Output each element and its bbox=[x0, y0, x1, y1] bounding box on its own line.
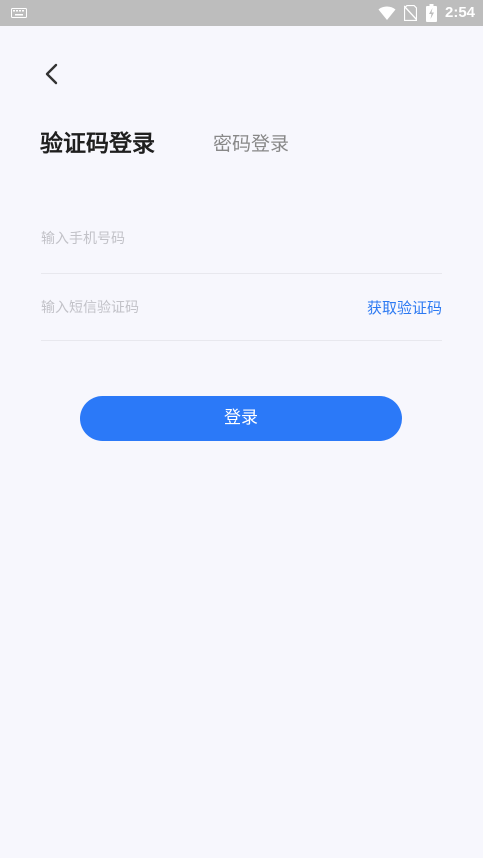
divider bbox=[41, 340, 442, 341]
battery-charging-icon bbox=[426, 4, 437, 22]
status-bar: 2:54 bbox=[0, 0, 483, 26]
phone-input[interactable] bbox=[41, 224, 341, 254]
chevron-left-icon bbox=[45, 63, 58, 85]
tab-password-login[interactable]: 密码登录 bbox=[213, 130, 289, 158]
status-time: 2:54 bbox=[445, 4, 476, 21]
sms-code-field: 获取验证码 bbox=[41, 293, 442, 323]
wifi-icon bbox=[378, 6, 396, 20]
tab-sms-login[interactable]: 验证码登录 bbox=[40, 127, 155, 161]
keyboard-icon bbox=[11, 8, 27, 18]
no-sim-icon bbox=[404, 5, 417, 21]
phone-field bbox=[41, 224, 442, 254]
login-button[interactable]: 登录 bbox=[80, 396, 402, 441]
sms-code-input[interactable] bbox=[41, 293, 341, 323]
divider bbox=[41, 273, 442, 274]
get-code-button[interactable]: 获取验证码 bbox=[367, 293, 442, 323]
back-button[interactable] bbox=[36, 58, 68, 90]
